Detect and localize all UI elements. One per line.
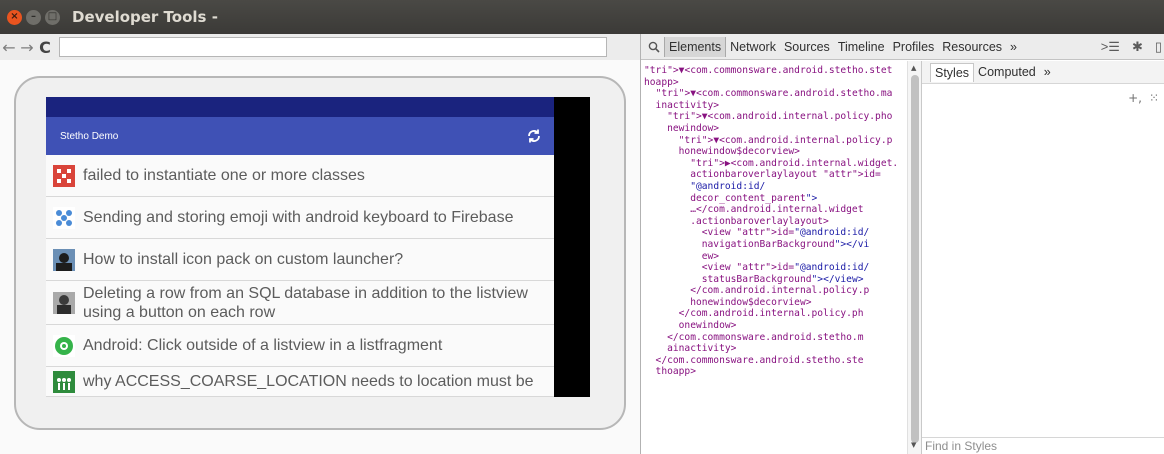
list-item[interactable]: How to install icon pack on custom launc… (46, 239, 554, 281)
dom-tree-line[interactable]: "@android:id/ (644, 181, 893, 193)
list-item-text: failed to instantiate one or more classe… (83, 167, 365, 184)
dom-tree-line[interactable]: </com.commonsware.android.stetho.ste (644, 355, 893, 367)
search-icon[interactable] (644, 41, 664, 53)
user-photo-avatar (53, 248, 75, 271)
dom-tree-line[interactable]: </com.android.internal.policy.ph (644, 308, 893, 320)
dom-tree-line[interactable]: statusBarBackground"></view> (644, 274, 893, 286)
back-arrow-icon[interactable]: ← (0, 38, 18, 57)
dom-tree-line[interactable]: "tri">▼<com.android.internal.policy.p (644, 135, 893, 147)
minimize-window-button[interactable]: – (26, 9, 41, 25)
green-people-icon (53, 370, 75, 393)
styles-sidebar: Styles Computed » +, ⁙ Find in Styles (921, 61, 1164, 454)
tab-resources[interactable]: Resources (938, 37, 1006, 57)
red-identicon (53, 164, 75, 187)
dom-tree-line[interactable]: ainactivity> (644, 343, 893, 355)
console-drawer-icon[interactable]: >☰ (1101, 39, 1120, 55)
list-item[interactable]: why ACCESS_COARSE_LOCATION needs to loca… (46, 367, 554, 397)
tab-sources[interactable]: Sources (780, 37, 834, 57)
dom-tree-line[interactable]: "tri">▶<com.android.internal.widget. (644, 158, 898, 170)
dom-tree-line[interactable]: hoapp> (644, 77, 893, 89)
tab-timeline[interactable]: Timeline (834, 37, 889, 57)
app-bar: Stetho Demo (46, 117, 554, 155)
list-item-text: How to install icon pack on custom launc… (83, 251, 404, 268)
scroll-up-arrow-icon[interactable]: ▲ (911, 64, 916, 72)
elements-scrollbar[interactable]: ▲ ▼ (907, 61, 921, 454)
list-item[interactable]: failed to instantiate one or more classe… (46, 155, 554, 197)
find-in-styles-input[interactable]: Find in Styles (922, 437, 1164, 454)
app-title: Stetho Demo (60, 130, 119, 142)
user-photo-avatar (53, 291, 75, 314)
gear-icon[interactable]: ✱ (1132, 39, 1143, 55)
device-screen: Stetho Demo failed to instantiate one or… (46, 97, 554, 397)
dom-tree[interactable]: "tri">▼<com.commonsware.android.stetho.s… (641, 61, 907, 378)
browser-toolbar: ← → C (0, 34, 640, 60)
scroll-down-arrow-icon[interactable]: ▼ (911, 441, 916, 449)
list-item[interactable]: Sending and storing emoji with android k… (46, 197, 554, 239)
dom-tree-line[interactable]: </com.android.internal.policy.p (644, 285, 893, 297)
list-item-text: Android: Click outside of a listview in … (83, 337, 443, 354)
dom-tree-line[interactable]: …</com.android.internal.widget (644, 204, 893, 216)
dom-tree-line[interactable]: onewindow> (644, 320, 893, 332)
forward-arrow-icon[interactable]: → (18, 38, 36, 57)
close-window-button[interactable]: × (7, 9, 22, 25)
maximize-window-button[interactable]: □ (45, 9, 60, 25)
reload-icon[interactable]: C (36, 38, 54, 57)
styles-toolbar: +, ⁙ (1128, 91, 1159, 105)
devtools-actions: >☰ ✱ ▯ (1101, 34, 1164, 60)
tab-elements[interactable]: Elements (664, 36, 727, 57)
dom-tree-line[interactable]: "tri">▼<com.android.internal.policy.pho (644, 111, 893, 123)
dom-tree-line[interactable]: <view "attr">id="@android:id/ (644, 262, 893, 274)
refresh-icon[interactable] (524, 126, 544, 146)
list-item-text: Deleting a row from an SQL database in a… (83, 284, 528, 321)
dom-tree-line[interactable]: honewindow$decorview> (644, 146, 893, 158)
list-item[interactable]: Android: Click outside of a listview in … (46, 325, 554, 367)
address-bar[interactable] (59, 37, 607, 57)
element-state-icon[interactable]: ⁙ (1149, 91, 1159, 105)
devtools-tab-bar: Elements Network Sources Timeline Profil… (641, 34, 1164, 60)
tab-network[interactable]: Network (726, 37, 780, 57)
dom-tree-line[interactable]: "tri">▼<com.commonsware.android.stetho.s… (644, 65, 893, 77)
list-item[interactable]: Deleting a row from an SQL database in a… (46, 281, 554, 325)
dom-tree-line[interactable]: inactivity> (644, 100, 893, 112)
more-styles-tabs-chevron[interactable]: » (1040, 63, 1055, 82)
dock-icon[interactable]: ▯ (1155, 39, 1162, 55)
device-navigation-bar (554, 97, 590, 397)
dom-tree-line[interactable]: honewindow$decorview> (644, 297, 893, 309)
tab-computed[interactable]: Computed (974, 63, 1040, 82)
window-title: Developer Tools - (72, 8, 218, 26)
dom-tree-line[interactable]: newindow> (644, 123, 893, 135)
green-identicon (53, 334, 75, 357)
dom-tree-line[interactable]: actionbaroverlaylayout "attr">id= (644, 169, 893, 181)
dom-tree-line[interactable]: decor_content_parent"> (644, 193, 893, 205)
page-viewport: Stetho Demo failed to instantiate one or… (0, 60, 640, 454)
dom-tree-line[interactable]: ew> (644, 251, 893, 263)
window-titlebar: × – □ Developer Tools - (0, 0, 1164, 34)
dom-tree-line[interactable]: thoapp> (644, 366, 893, 378)
dom-tree-line[interactable]: <view "attr">id="@android:id/ (644, 227, 893, 239)
list-item-text: Sending and storing emoji with android k… (83, 209, 514, 226)
blue-identicon (53, 206, 75, 229)
styles-tab-bar: Styles Computed » (922, 61, 1164, 84)
tab-styles[interactable]: Styles (930, 62, 975, 82)
dom-tree-line[interactable]: navigationBarBackground"></vi (644, 239, 893, 251)
scrollbar-thumb[interactable] (911, 75, 919, 443)
list-item-text: why ACCESS_COARSE_LOCATION needs to loca… (83, 373, 534, 390)
elements-tree-panel: "tri">▼<com.commonsware.android.stetho.s… (641, 61, 921, 454)
tab-profiles[interactable]: Profiles (889, 37, 939, 57)
dom-tree-line[interactable]: "tri">▼<com.commonsware.android.stetho.m… (644, 88, 893, 100)
android-status-bar (46, 97, 554, 117)
dom-tree-line[interactable]: </com.commonsware.android.stetho.m (644, 332, 893, 344)
dom-tree-line[interactable]: .actionbaroverlaylayout> (644, 216, 893, 228)
add-rule-icon[interactable]: +, (1128, 91, 1142, 105)
window-controls: × – □ (7, 9, 60, 25)
more-tabs-chevron[interactable]: » (1006, 40, 1021, 54)
devtools-panel: Elements Network Sources Timeline Profil… (640, 34, 1164, 454)
